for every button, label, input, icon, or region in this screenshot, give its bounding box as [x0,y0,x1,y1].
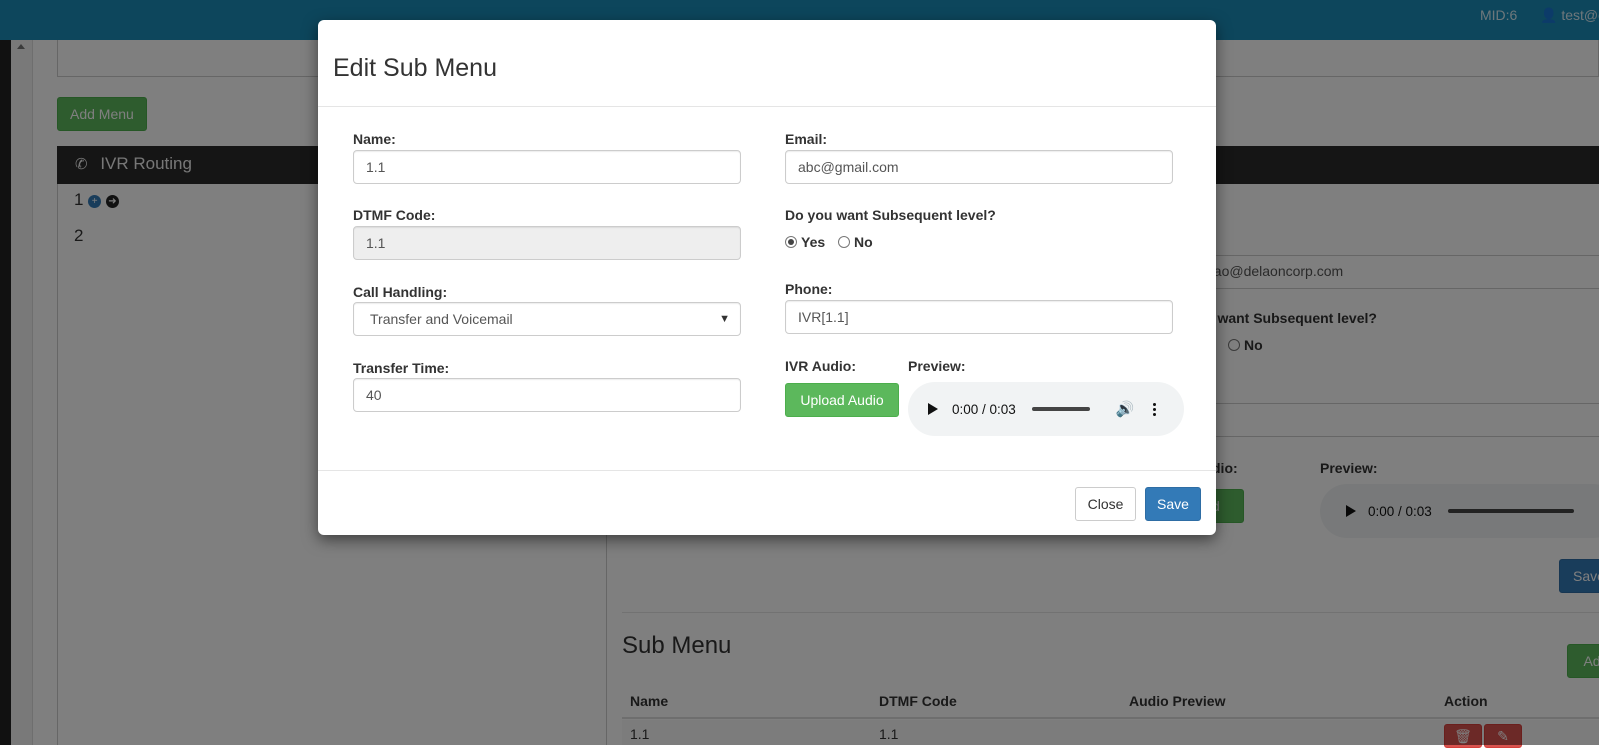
call-handling-select[interactable]: Transfer and Voicemail ▼ [353,302,741,336]
upload-audio-button[interactable]: Upload Audio [785,383,899,417]
preview-label: Preview: [908,358,966,374]
call-handling-label: Call Handling: [353,284,448,300]
phone-input[interactable]: IVR[1.1] [785,300,1173,334]
subsequent-level-label: Do you want Subsequent level? [785,207,996,223]
volume-icon[interactable]: 🔊 [1116,400,1135,418]
save-button[interactable]: Save [1145,487,1201,521]
radio-yes-label: Yes [801,234,826,250]
more-vertical-icon[interactable] [1152,402,1156,416]
modal-title: Edit Sub Menu [333,54,497,82]
radio-unchecked-icon[interactable] [838,236,850,248]
play-icon[interactable] [928,403,938,415]
radio-yes[interactable]: Yes [785,234,825,250]
name-input[interactable]: 1.1 [353,150,741,184]
radio-checked-icon[interactable] [785,236,797,248]
modal-footer: Close Save [318,470,1216,535]
transfer-time-input[interactable]: 40 [353,378,741,412]
dtmf-code-label: DTMF Code: [353,207,436,223]
audio-time: 0:00 / 0:03 [952,401,1016,417]
dtmf-code-input: 1.1 [353,226,741,260]
name-label: Name: [353,131,396,147]
radio-no-label: No [854,234,873,250]
modal-header: Edit Sub Menu [318,20,1216,107]
close-button[interactable]: Close [1075,487,1136,521]
ivr-audio-label: IVR Audio: [785,358,857,374]
caret-down-icon: ▼ [719,313,730,325]
edit-sub-menu-modal: Edit Sub Menu Name: 1.1 DTMF Code: 1.1 C… [318,20,1216,535]
audio-progress-track[interactable] [1031,407,1090,411]
call-handling-value: Transfer and Voicemail [370,311,513,327]
email-input[interactable]: abc@gmail.com [785,150,1173,184]
transfer-time-label: Transfer Time: [353,360,450,376]
radio-no[interactable]: No [838,234,873,250]
phone-label: Phone: [785,281,833,297]
email-label: Email: [785,131,828,147]
audio-player[interactable]: 0:00 / 0:03 🔊 [908,382,1184,436]
